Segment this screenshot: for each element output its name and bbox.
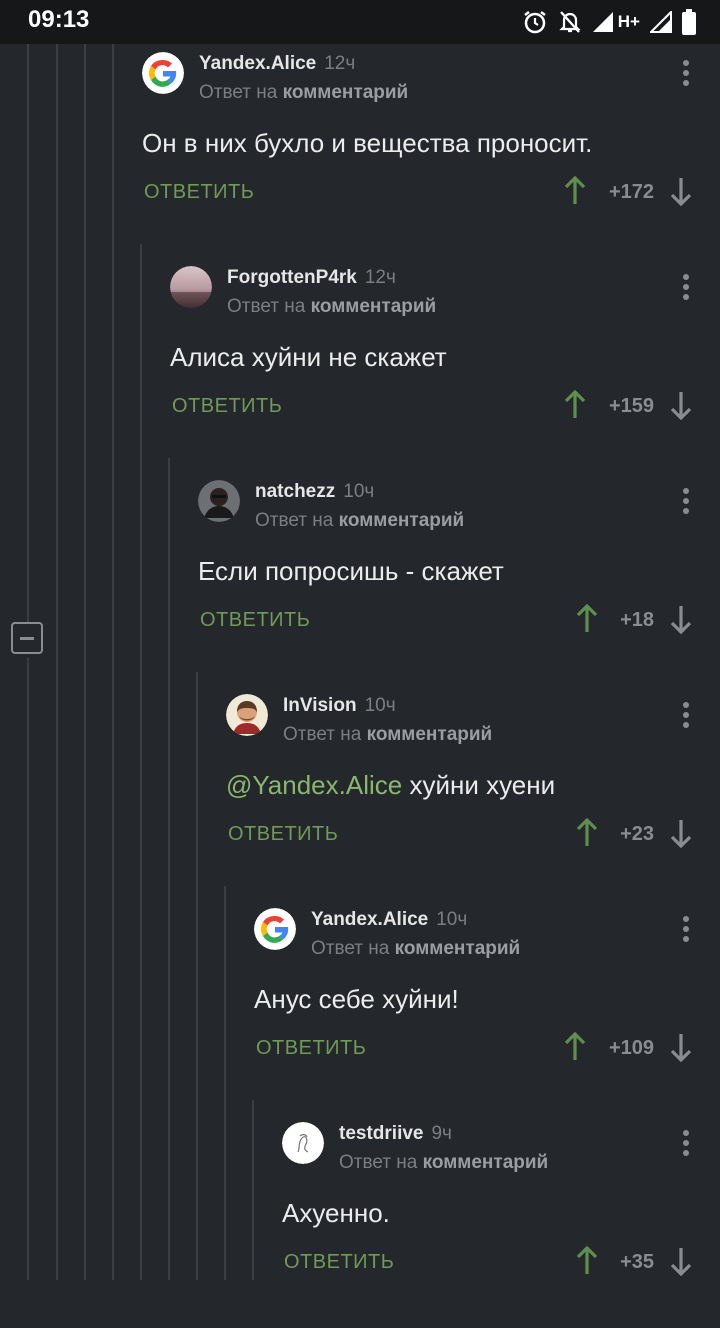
reply-button[interactable]: ОТВЕТИТЬ bbox=[172, 395, 282, 418]
comment-score: +23 bbox=[620, 823, 654, 845]
author-name[interactable]: Yandex.Alice bbox=[199, 53, 316, 74]
downvote-arrow-icon[interactable] bbox=[670, 604, 692, 634]
author-name[interactable]: ForgottenP4rk bbox=[227, 267, 357, 288]
reply-prefix: Ответ на bbox=[339, 1152, 418, 1173]
reply-target-link[interactable]: комментарий bbox=[311, 296, 437, 317]
comment-time: 10ч bbox=[436, 909, 468, 930]
author-name[interactable]: InVision bbox=[283, 695, 357, 716]
comment-score: +35 bbox=[620, 1251, 654, 1273]
comment: Yandex.Alice 12ч Ответ на комментарий Он … bbox=[0, 44, 720, 258]
comment-time: 10ч bbox=[343, 481, 375, 502]
reply-target-link[interactable]: комментарий bbox=[423, 1152, 549, 1173]
network-type: H+ bbox=[617, 12, 640, 31]
reply-to: Ответ на комментарий bbox=[227, 296, 436, 318]
status-bar: 09:13 H+ bbox=[0, 0, 720, 44]
cartoon-avatar[interactable] bbox=[226, 694, 268, 736]
reply-to: Ответ на комментарий bbox=[199, 82, 408, 104]
comment-author[interactable]: InVision 10ч bbox=[283, 695, 396, 717]
comment-time: 10ч bbox=[364, 695, 396, 716]
person-avatar[interactable] bbox=[198, 480, 240, 522]
author-name[interactable]: Yandex.Alice bbox=[311, 909, 428, 930]
comment: Yandex.Alice 10ч Ответ на комментарий Ану… bbox=[0, 900, 720, 1114]
sketch-avatar[interactable] bbox=[282, 1122, 324, 1164]
more-options-icon[interactable] bbox=[682, 916, 690, 944]
comment-time: 9ч bbox=[431, 1123, 452, 1144]
downvote-arrow-icon[interactable] bbox=[670, 390, 692, 420]
comment-score: +172 bbox=[608, 181, 654, 203]
comment-text: Если попросишь - скажет bbox=[198, 556, 504, 587]
comment-body: Алиса хуйни не скажет bbox=[170, 342, 447, 372]
reply-prefix: Ответ на bbox=[283, 724, 362, 745]
comment-score: +18 bbox=[620, 609, 654, 631]
comment-author[interactable]: testdriive 9ч bbox=[339, 1123, 452, 1145]
alarm-icon bbox=[524, 11, 546, 34]
upvote-arrow-icon[interactable] bbox=[564, 390, 586, 420]
more-options-icon[interactable] bbox=[682, 1130, 690, 1158]
comment-author[interactable]: ForgottenP4rk 12ч bbox=[227, 267, 396, 289]
downvote-arrow-icon[interactable] bbox=[670, 1032, 692, 1062]
comment-score: +159 bbox=[608, 395, 654, 417]
comment-author[interactable]: Yandex.Alice 10ч bbox=[311, 909, 467, 931]
comment-text: Алиса хуйни не скажет bbox=[170, 342, 447, 373]
battery-icon bbox=[682, 9, 696, 35]
author-name[interactable]: testdriive bbox=[339, 1123, 423, 1144]
comment-time: 12ч bbox=[324, 53, 356, 74]
reply-to: Ответ на комментарий bbox=[339, 1152, 548, 1174]
reply-to: Ответ на комментарий bbox=[283, 724, 492, 746]
comment-time: 12ч bbox=[364, 267, 396, 288]
reply-target-link[interactable]: комментарий bbox=[339, 510, 465, 531]
more-options-icon[interactable] bbox=[682, 274, 690, 302]
reply-prefix: Ответ на bbox=[311, 938, 390, 959]
comment-body: Он в них бухло и вещества проносит. bbox=[142, 128, 593, 158]
reply-prefix: Ответ на bbox=[199, 82, 278, 103]
more-options-icon[interactable] bbox=[682, 702, 690, 730]
downvote-arrow-icon[interactable] bbox=[670, 176, 692, 206]
google-logo-icon[interactable] bbox=[254, 908, 296, 950]
upvote-arrow-icon[interactable] bbox=[564, 176, 586, 206]
mute-icon bbox=[559, 11, 581, 33]
author-name[interactable]: natchezz bbox=[255, 481, 335, 502]
comment-text: Он в них бухло и вещества проносит. bbox=[142, 128, 592, 159]
comment: natchezz 10ч Ответ на комментарий Если по… bbox=[0, 472, 720, 686]
comment: ForgottenP4rk 12ч Ответ на комментарий Ал… bbox=[0, 258, 720, 472]
comment-author[interactable]: Yandex.Alice 12ч bbox=[199, 53, 355, 75]
status-icons: H+ bbox=[522, 8, 696, 36]
downvote-arrow-icon[interactable] bbox=[670, 818, 692, 848]
mention-link[interactable]: @Yandex.Alice bbox=[226, 770, 402, 800]
comment: testdriive 9ч Ответ на комментарий Ахуенн… bbox=[0, 1114, 720, 1328]
comment-body: Если попросишь - скажет bbox=[198, 556, 504, 586]
comment-body: хуйни хуени bbox=[402, 770, 556, 800]
downvote-arrow-icon[interactable] bbox=[670, 1246, 692, 1276]
reply-target-link[interactable]: комментарий bbox=[395, 938, 521, 959]
comment-score: +109 bbox=[608, 1037, 654, 1059]
reply-to: Ответ на комментарий bbox=[255, 510, 464, 532]
google-logo-icon[interactable] bbox=[142, 52, 184, 94]
comment-body: Анус себе хуйни! bbox=[254, 984, 459, 1014]
signal-icon bbox=[650, 11, 672, 33]
reply-button[interactable]: ОТВЕТИТЬ bbox=[284, 1251, 394, 1274]
comment-author[interactable]: natchezz 10ч bbox=[255, 481, 374, 503]
planet-avatar[interactable] bbox=[170, 266, 212, 308]
reply-prefix: Ответ на bbox=[255, 510, 334, 531]
upvote-arrow-icon[interactable] bbox=[564, 1032, 586, 1062]
reply-button[interactable]: ОТВЕТИТЬ bbox=[200, 609, 310, 632]
comment-body: Ахуенно. bbox=[282, 1198, 390, 1228]
reply-to: Ответ на комментарий bbox=[311, 938, 520, 960]
comment-text: Ахуенно. bbox=[282, 1198, 390, 1229]
more-options-icon[interactable] bbox=[682, 488, 690, 516]
reply-button[interactable]: ОТВЕТИТЬ bbox=[256, 1037, 366, 1060]
reply-button[interactable]: ОТВЕТИТЬ bbox=[144, 181, 254, 204]
reply-prefix: Ответ на bbox=[227, 296, 306, 317]
comment: InVision 10ч Ответ на комментарий @Yandex… bbox=[0, 686, 720, 900]
reply-target-link[interactable]: комментарий bbox=[367, 724, 493, 745]
reply-button[interactable]: ОТВЕТИТЬ bbox=[228, 823, 338, 846]
reply-target-link[interactable]: комментарий bbox=[283, 82, 409, 103]
more-options-icon[interactable] bbox=[682, 60, 690, 88]
status-time: 09:13 bbox=[28, 6, 90, 33]
comment-text: Анус себе хуйни! bbox=[254, 984, 459, 1015]
comment-text: @Yandex.Alice хуйни хуени bbox=[226, 770, 555, 801]
signal-icon bbox=[592, 12, 613, 32]
